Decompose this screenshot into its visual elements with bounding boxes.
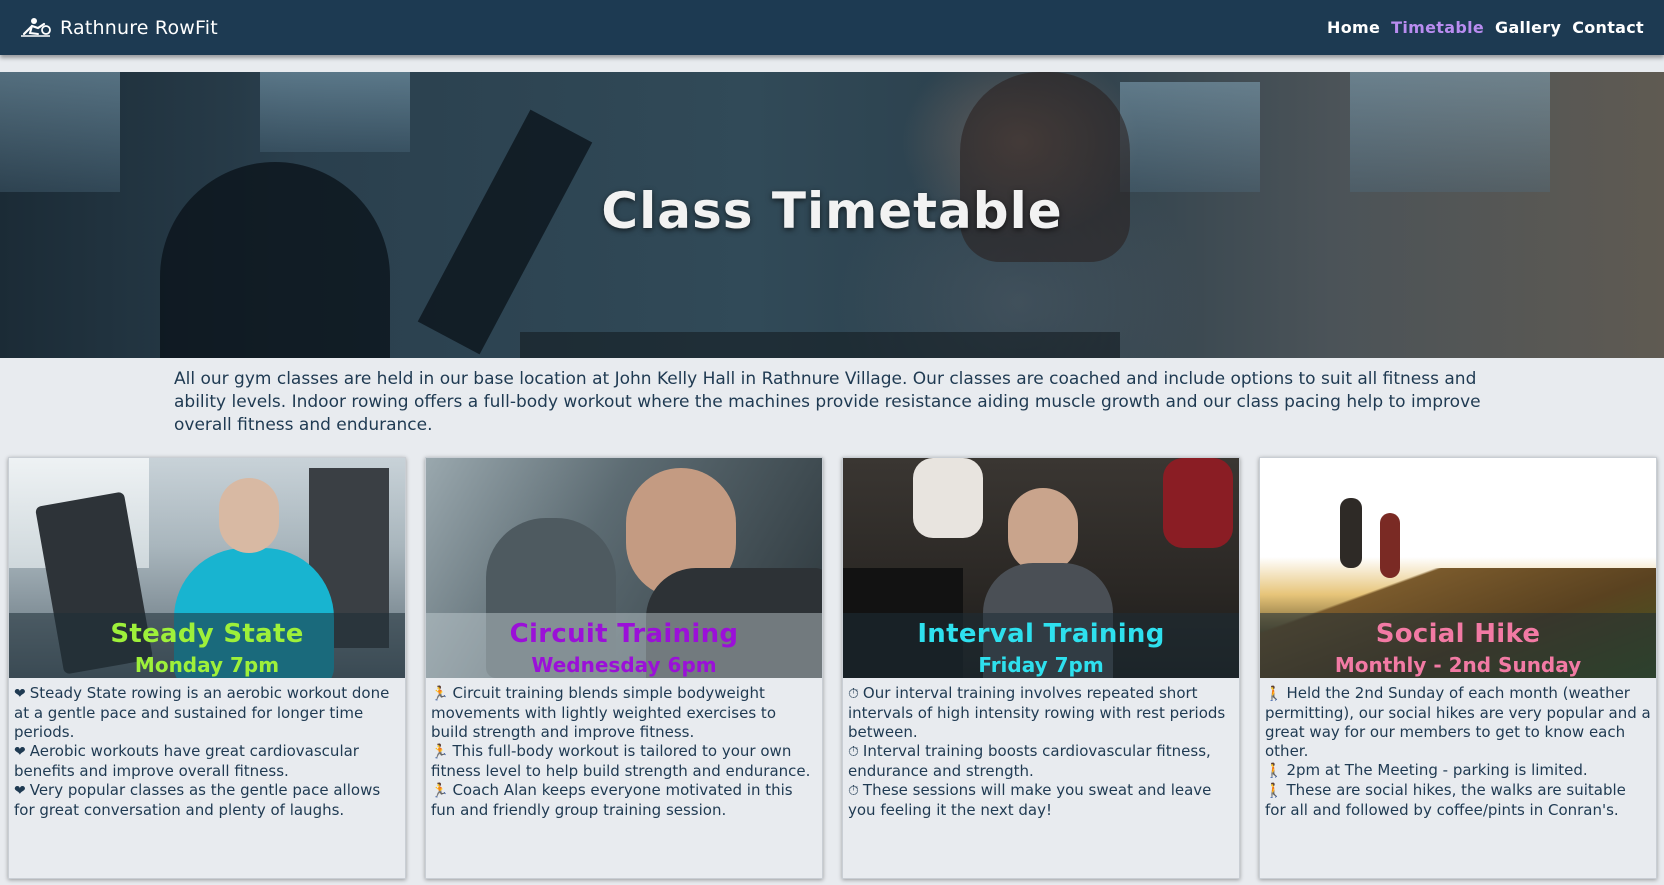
class-cards: Steady State Monday 7pm ❤ Steady State ro…	[8, 457, 1658, 879]
nav-link-timetable[interactable]: Timetable	[1391, 18, 1484, 37]
description-line: 🚶 Held the 2nd Sunday of each month (weat…	[1265, 684, 1651, 761]
description-line: 🚶 These are social hikes, the walks are s…	[1265, 781, 1651, 820]
nav-links: Home Timetable Gallery Contact	[1327, 18, 1644, 37]
description-line: ⏱ Our interval training involves repeated…	[848, 684, 1234, 742]
brand[interactable]: Rathnure RowFit	[20, 16, 218, 40]
description-text: Steady State rowing is an aerobic workou…	[14, 684, 390, 741]
hero-window-shape	[1350, 72, 1550, 192]
class-card-image: Social Hike Monthly - 2nd Sunday	[1260, 458, 1656, 678]
running-icon: 🏃	[431, 686, 449, 702]
description-line: ⏱ Interval training boosts cardiovascular…	[848, 742, 1234, 781]
class-title: Steady State	[110, 619, 304, 649]
heartbeat-icon: ❤	[14, 744, 26, 760]
hiker-shape	[1340, 498, 1362, 568]
class-card-overlay: Circuit Training Wednesday 6pm	[426, 613, 822, 678]
navbar: Rathnure RowFit Home Timetable Gallery C…	[0, 0, 1664, 55]
stopwatch-icon: ⏱	[848, 783, 859, 799]
brand-name: Rathnure RowFit	[60, 16, 218, 39]
class-time: Monday 7pm	[134, 653, 280, 677]
class-card-image: Steady State Monday 7pm	[9, 458, 405, 678]
class-title: Interval Training	[917, 619, 1165, 649]
heartbeat-icon: ❤	[14, 686, 26, 702]
description-text: Interval training boosts cardiovascular …	[848, 742, 1211, 780]
description-text: Aerobic workouts have great cardiovascul…	[14, 742, 359, 780]
running-icon: 🏃	[431, 744, 449, 760]
description-line: ❤ Aerobic workouts have great cardiovascu…	[14, 742, 400, 781]
hiking-icon: 🚶	[1265, 783, 1283, 799]
class-title: Social Hike	[1375, 619, 1541, 649]
description-line: ❤ Very popular classes as the gentle pace…	[14, 781, 400, 820]
running-icon: 🏃	[431, 783, 449, 799]
class-card-image: Interval Training Friday 7pm	[843, 458, 1239, 678]
class-time: Monthly - 2nd Sunday	[1334, 653, 1582, 677]
description-line: ❤ Steady State rowing is an aerobic worko…	[14, 684, 400, 742]
class-description: ⏱ Our interval training involves repeated…	[843, 678, 1239, 820]
rower-logo-icon	[21, 17, 51, 37]
description-text: 2pm at The Meeting - parking is limited.	[1286, 761, 1588, 779]
background-person-shape	[913, 458, 983, 538]
class-description: 🚶 Held the 2nd Sunday of each month (weat…	[1260, 678, 1656, 820]
class-card-interval-training: Interval Training Friday 7pm ⏱ Our interv…	[842, 457, 1240, 879]
hero-window-shape	[260, 72, 410, 152]
class-title: Circuit Training	[509, 619, 739, 649]
class-card-overlay: Interval Training Friday 7pm	[843, 613, 1239, 678]
heartbeat-icon: ❤	[14, 783, 26, 799]
class-card-circuit-training: Circuit Training Wednesday 6pm 🏃 Circuit …	[425, 457, 823, 879]
hiking-icon: 🚶	[1265, 763, 1283, 779]
class-card-social-hike: Social Hike Monthly - 2nd Sunday 🚶 Held t…	[1259, 457, 1657, 879]
class-description: 🏃 Circuit training blends simple bodyweig…	[426, 678, 822, 820]
background-person-shape	[1163, 458, 1233, 548]
description-text: Held the 2nd Sunday of each month (weath…	[1265, 684, 1651, 760]
hero-window-shape	[1120, 82, 1260, 192]
class-card-image: Circuit Training Wednesday 6pm	[426, 458, 822, 678]
description-line: 🚶 2pm at The Meeting - parking is limited…	[1265, 761, 1651, 781]
nav-link-home[interactable]: Home	[1327, 18, 1380, 37]
description-line: ⏱ These sessions will make you sweat and …	[848, 781, 1234, 820]
hero-window-shape	[0, 72, 120, 192]
stopwatch-icon: ⏱	[848, 744, 859, 760]
hiking-icon: 🚶	[1265, 686, 1283, 702]
rowing-rail-shape	[520, 332, 1120, 358]
class-time: Friday 7pm	[978, 653, 1104, 677]
hiker-shape	[1380, 513, 1400, 578]
intro-text: All our gym classes are held in our base…	[174, 369, 1481, 435]
description-text: These are social hikes, the walks are su…	[1265, 781, 1626, 819]
description-text: Circuit training blends simple bodyweigh…	[431, 684, 776, 741]
description-text: These sessions will make you sweat and l…	[848, 781, 1212, 819]
hero-banner: Class Timetable	[0, 72, 1664, 358]
nav-link-gallery[interactable]: Gallery	[1495, 18, 1561, 37]
class-description: ❤ Steady State rowing is an aerobic worko…	[9, 678, 405, 820]
class-card-overlay: Social Hike Monthly - 2nd Sunday	[1260, 613, 1656, 678]
description-text: This full-body workout is tailored to yo…	[431, 742, 811, 780]
description-line: 🏃 This full-body workout is tailored to y…	[431, 742, 817, 781]
description-text: Our interval training involves repeated …	[848, 684, 1226, 741]
person-head-shape	[1008, 488, 1078, 573]
class-time: Wednesday 6pm	[531, 653, 717, 677]
class-card-steady-state: Steady State Monday 7pm ❤ Steady State ro…	[8, 457, 406, 879]
page-title: Class Timetable	[601, 182, 1063, 240]
description-text: Very popular classes as the gentle pace …	[14, 781, 381, 819]
class-card-overlay: Steady State Monday 7pm	[9, 613, 405, 678]
stopwatch-icon: ⏱	[848, 686, 859, 702]
nav-link-contact[interactable]: Contact	[1572, 18, 1644, 37]
description-line: 🏃 Circuit training blends simple bodyweig…	[431, 684, 817, 742]
description-line: 🏃 Coach Alan keeps everyone motivated in …	[431, 781, 817, 820]
person-head-shape	[219, 478, 279, 553]
description-text: Coach Alan keeps everyone motivated in t…	[431, 781, 793, 819]
